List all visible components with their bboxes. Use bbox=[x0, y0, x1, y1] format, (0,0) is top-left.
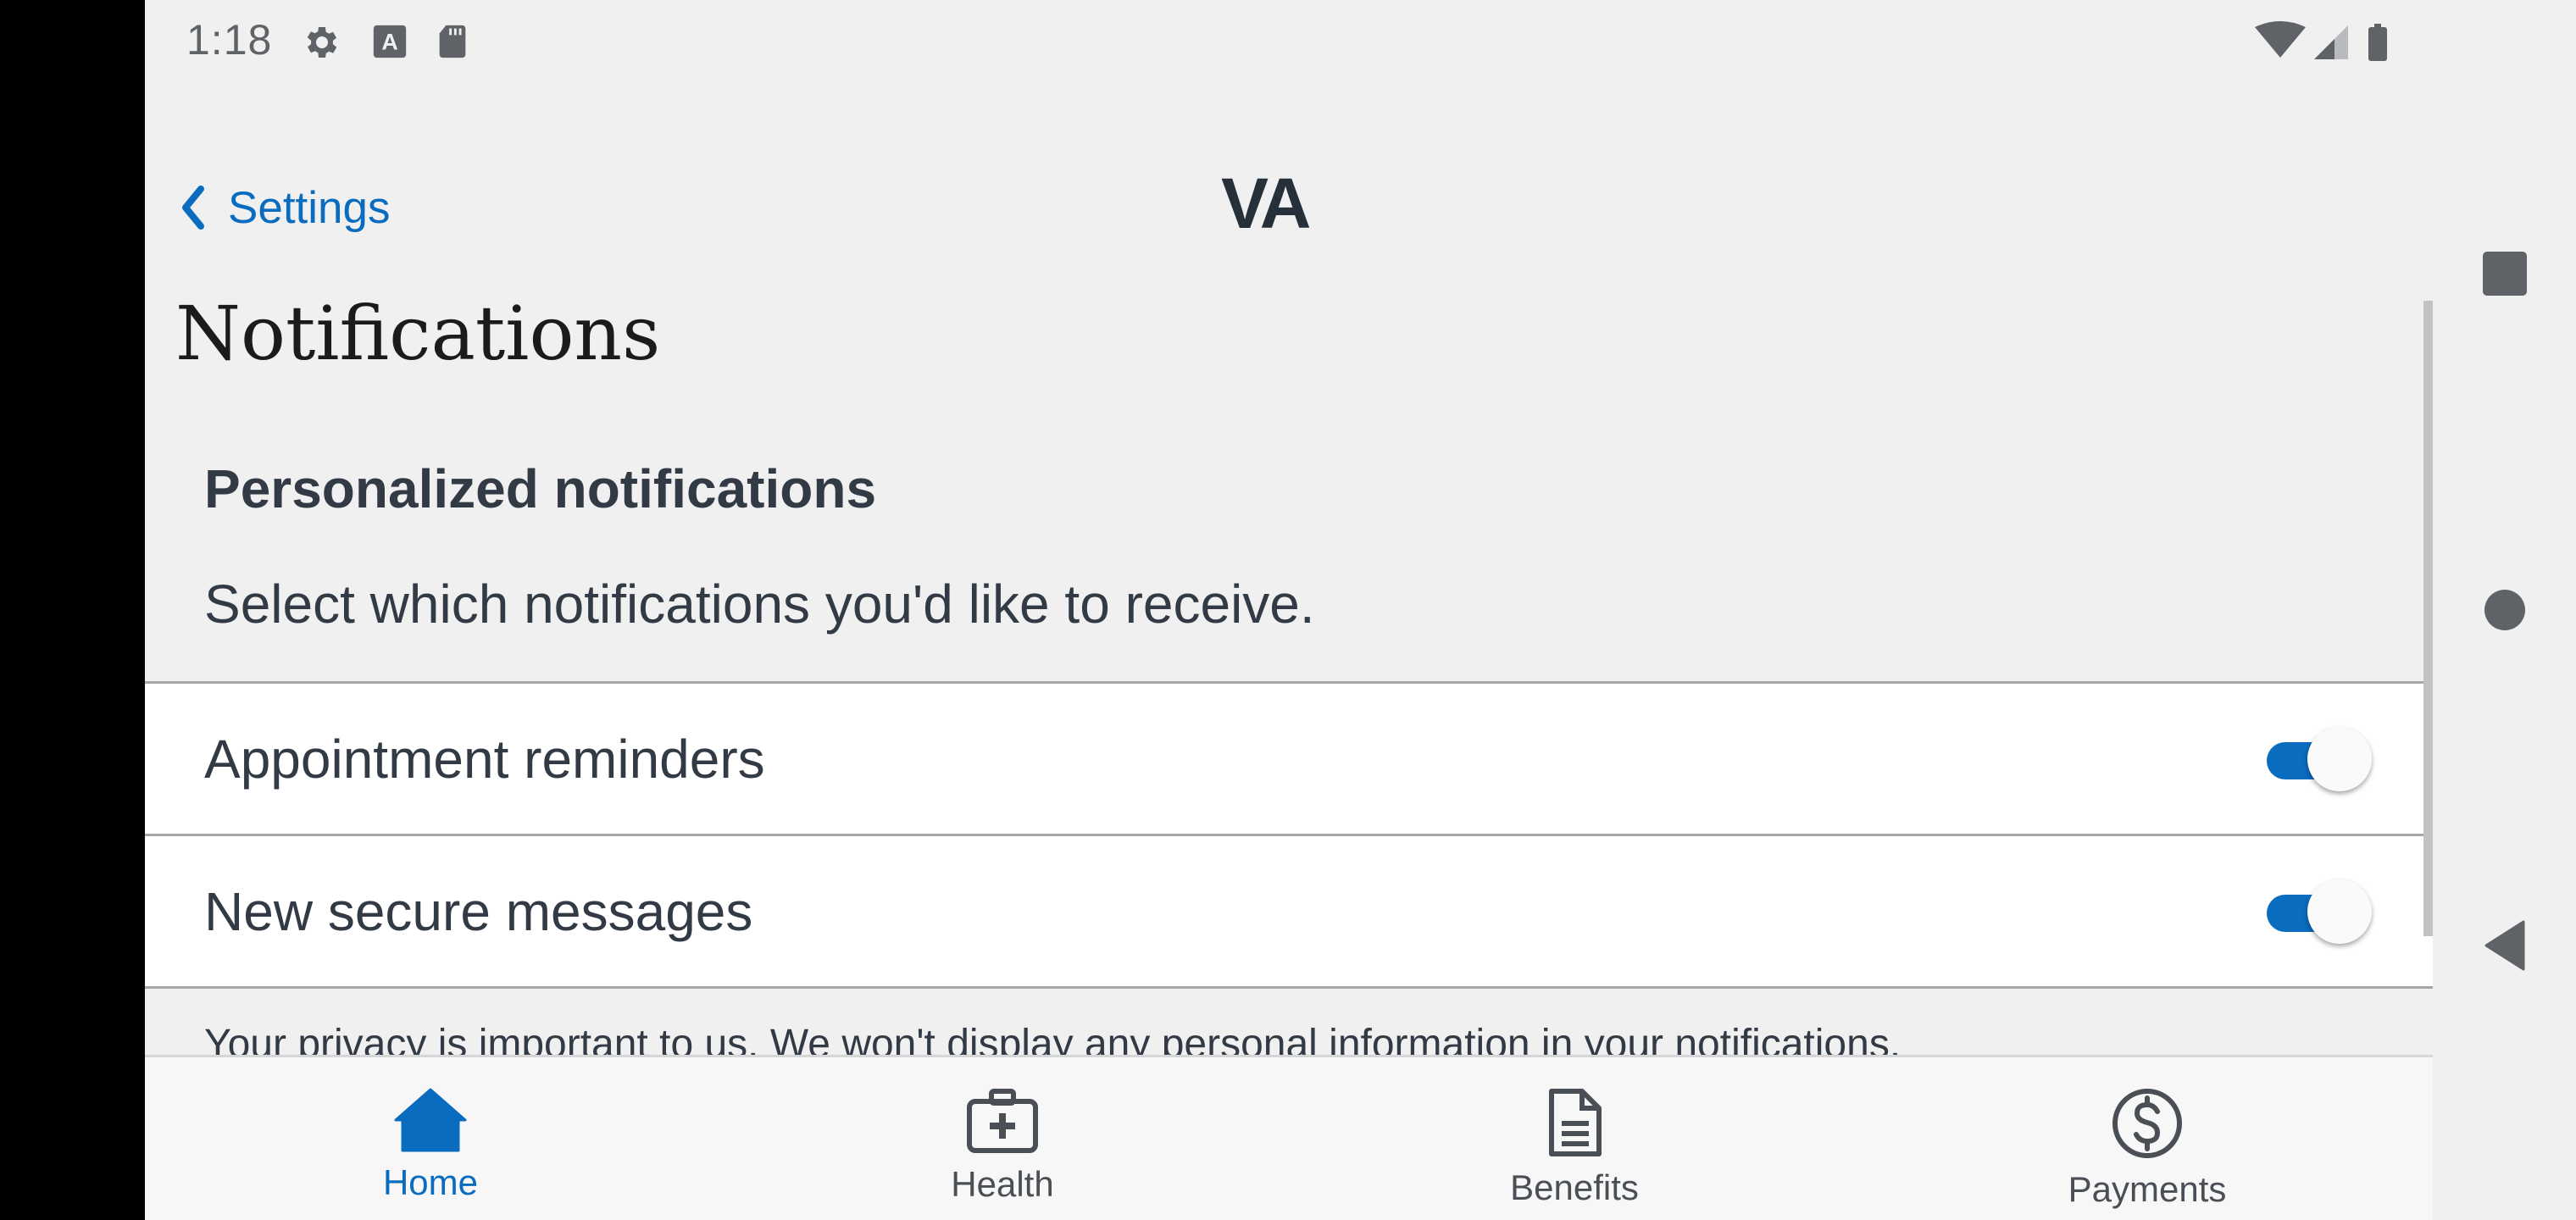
document-icon bbox=[1549, 1089, 1602, 1156]
sd-card-icon bbox=[433, 22, 472, 65]
appointment-reminders-toggle[interactable] bbox=[2263, 725, 2372, 793]
medical-kit-icon bbox=[967, 1089, 1038, 1153]
text-a-icon: A bbox=[370, 22, 409, 65]
setting-label: New secure messages bbox=[204, 880, 753, 942]
new-secure-messages-toggle[interactable] bbox=[2263, 878, 2372, 946]
nav-label: Health bbox=[951, 1164, 1054, 1204]
scrollbar[interactable] bbox=[2423, 301, 2433, 936]
system-navigation-bar bbox=[2433, 0, 2576, 1220]
status-right-icons bbox=[2255, 20, 2399, 63]
setting-label: Appointment reminders bbox=[204, 728, 765, 790]
settings-gear-icon bbox=[300, 22, 341, 67]
va-logo: VA bbox=[1221, 164, 1311, 243]
nav-tab-home[interactable]: Home bbox=[261, 1057, 600, 1220]
status-bar: 1:18 A bbox=[145, 0, 2433, 85]
section-description: Select which notifications you'd like to… bbox=[204, 574, 1315, 635]
new-secure-messages-row[interactable]: New secure messages bbox=[145, 834, 2433, 989]
appointment-reminders-row[interactable]: Appointment reminders bbox=[145, 681, 2433, 834]
nav-label: Payments bbox=[2068, 1169, 2227, 1209]
nav-tab-health[interactable]: Health bbox=[833, 1057, 1172, 1220]
battery-icon bbox=[2368, 24, 2387, 61]
back-link-label: Settings bbox=[228, 182, 391, 233]
app-screen: 1:18 A Settings VA Notifications Persona… bbox=[145, 0, 2433, 1220]
chevron-left-icon bbox=[182, 186, 204, 230]
section-title: Personalized notifications bbox=[204, 458, 877, 519]
status-time: 1:18 bbox=[186, 16, 273, 64]
wifi-icon bbox=[2255, 21, 2306, 58]
toggle-knob bbox=[2307, 879, 2372, 944]
dollar-circle-icon bbox=[2112, 1089, 2182, 1158]
home-circle-icon[interactable] bbox=[2483, 588, 2527, 636]
toggle-knob bbox=[2307, 726, 2372, 791]
page-title: Notifications bbox=[175, 290, 661, 377]
svg-text:A: A bbox=[381, 30, 397, 55]
back-to-settings-link[interactable]: Settings bbox=[180, 174, 391, 241]
nav-tab-benefits[interactable]: Benefits bbox=[1405, 1057, 1744, 1220]
bottom-navigation: Home Health Benefits Payments bbox=[145, 1055, 2433, 1220]
back-triangle-icon[interactable] bbox=[2483, 920, 2527, 975]
cell-signal-icon bbox=[2314, 25, 2348, 59]
nav-label: Home bbox=[382, 1162, 479, 1202]
home-icon bbox=[394, 1088, 467, 1152]
nav-tab-payments[interactable]: Payments bbox=[1978, 1057, 2317, 1220]
nav-label: Benefits bbox=[1510, 1167, 1639, 1207]
recents-square-icon[interactable] bbox=[2481, 250, 2529, 302]
